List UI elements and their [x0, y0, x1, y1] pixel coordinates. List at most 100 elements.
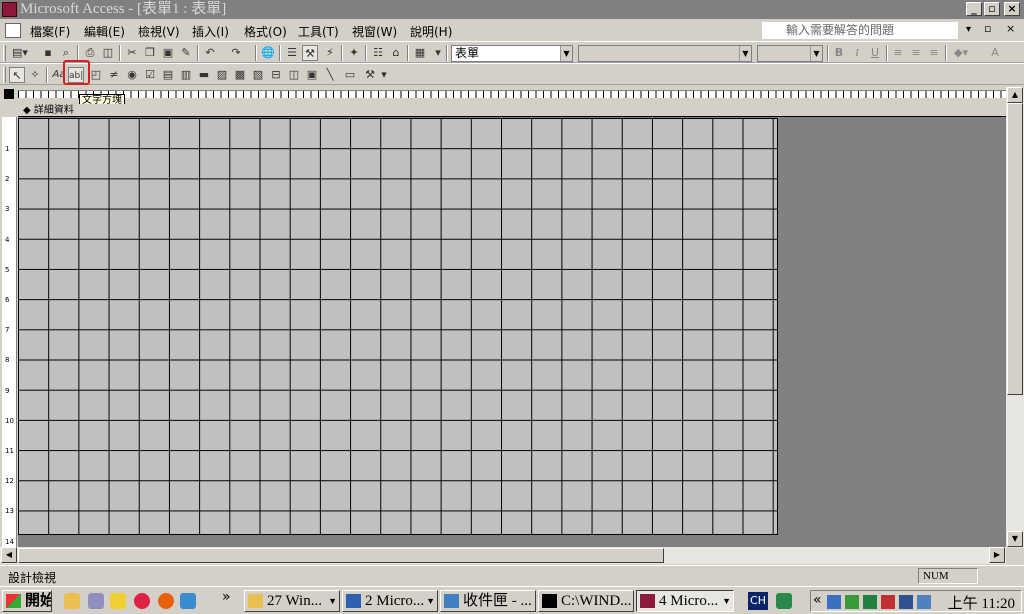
line-icon[interactable]: ╲	[322, 67, 338, 83]
checkbox-icon[interactable]: ☑	[142, 67, 158, 83]
clock[interactable]: 上午 11:20	[948, 592, 1015, 613]
tray-expand-icon[interactable]: «	[813, 592, 822, 608]
ime-indicator[interactable]: CH	[748, 592, 768, 610]
form-window-icon[interactable]	[5, 23, 21, 38]
menu-window[interactable]: 視窗(W)	[352, 23, 397, 40]
form-selector[interactable]	[4, 89, 14, 99]
italic-button[interactable]: I	[849, 45, 865, 61]
minimize-button[interactable]: _	[966, 2, 982, 16]
close-button[interactable]: ×	[1004, 2, 1020, 16]
taskbar-item-explorer[interactable]: 27 Win... ▼	[244, 590, 340, 612]
font-combo[interactable]: ▼	[578, 45, 752, 62]
chevron-down-icon[interactable]: ▼	[810, 46, 822, 61]
object-combo[interactable]: 表單 ▼	[451, 45, 573, 62]
more-quicklaunch-icon[interactable]: »	[222, 589, 231, 605]
align-left-icon[interactable]: ≡	[890, 45, 906, 61]
taskbar-item-access[interactable]: 4 Micro... ▼	[636, 590, 734, 612]
vertical-scroll-thumb[interactable]	[1007, 103, 1023, 395]
tray-app-icon[interactable]	[899, 595, 913, 609]
build-icon[interactable]: ⌂	[388, 45, 404, 61]
page-break-icon[interactable]: ⊟	[268, 67, 284, 83]
scroll-right-icon[interactable]: ▶	[989, 547, 1005, 563]
chevron-down-icon[interactable]: ▼	[560, 46, 572, 61]
menu-view[interactable]: 檢視(V)	[138, 23, 180, 40]
settings-icon[interactable]	[88, 593, 104, 609]
scroll-down-icon[interactable]: ▼	[1007, 531, 1023, 547]
toggle-button-icon[interactable]: ≠	[106, 67, 122, 83]
maximize-button[interactable]: ▫	[984, 2, 1000, 16]
vertical-scrollbar[interactable]: ▲ ▼	[1006, 87, 1024, 548]
menu-tools[interactable]: 工具(T)	[298, 23, 339, 40]
paste-icon[interactable]: ▣	[160, 45, 176, 61]
rectangle-icon[interactable]: ▭	[342, 67, 358, 83]
save-icon[interactable]: ▪	[40, 45, 56, 61]
select-objects-icon[interactable]: ↖	[9, 67, 25, 83]
toolbar-options-icon[interactable]: ▾	[380, 67, 388, 83]
doc-restore-icon[interactable]: ▫	[984, 22, 991, 35]
doc-close-icon[interactable]: ×	[1006, 22, 1015, 35]
font-color-button[interactable]: A	[984, 45, 1006, 61]
network-icon[interactable]	[180, 593, 196, 609]
field-list-icon[interactable]: ☰	[284, 45, 300, 61]
bold-button[interactable]: B	[831, 45, 847, 61]
command-button-icon[interactable]: ▬	[196, 67, 212, 83]
scroll-left-icon[interactable]: ◀	[1, 547, 17, 563]
form-grid[interactable]	[18, 118, 778, 535]
tray-app-icon[interactable]	[881, 595, 895, 609]
list-box-icon[interactable]: ▥	[178, 67, 194, 83]
messenger-icon[interactable]	[110, 593, 126, 609]
detail-section-header[interactable]: ◆ 詳細資料	[18, 104, 1006, 117]
fill-color-icon[interactable]: ◆▾	[950, 45, 972, 61]
code-icon[interactable]: ✦	[346, 45, 362, 61]
menu-edit[interactable]: 編輯(E)	[84, 23, 125, 40]
undo-icon[interactable]: ↶	[202, 45, 218, 61]
view-icon[interactable]: ▤▾	[9, 45, 31, 61]
taskbar-item-console[interactable]: C:\WIND...	[538, 590, 634, 612]
menu-insert[interactable]: 插入(I)	[192, 23, 229, 40]
redo-icon[interactable]: ↷	[228, 45, 244, 61]
subform-icon[interactable]: ▣	[304, 67, 320, 83]
align-right-icon[interactable]: ≡	[926, 45, 942, 61]
option-group-icon[interactable]: ◰	[88, 67, 104, 83]
input-method-icon[interactable]	[776, 593, 792, 609]
chevron-down-icon[interactable]: ▼	[739, 46, 751, 61]
database-window-icon[interactable]: ▦	[412, 45, 428, 61]
access-app-icon[interactable]	[2, 2, 17, 17]
toolbox-icon[interactable]: ⚒	[302, 45, 318, 61]
format-painter-icon[interactable]: ✎	[178, 45, 194, 61]
tab-control-icon[interactable]: ◫	[286, 67, 302, 83]
horizontal-scrollbar[interactable]: ◀ ▶	[0, 547, 1006, 564]
preview-icon[interactable]: ◫	[100, 45, 116, 61]
taskbar-item-outlook[interactable]: 收件匣 - ...	[440, 590, 536, 612]
combo-box-icon[interactable]: ▤	[160, 67, 176, 83]
ask-dropdown-icon[interactable]: ▾	[966, 24, 971, 35]
new-object-icon[interactable]: ▾	[430, 45, 446, 61]
cut-icon[interactable]: ✂	[124, 45, 140, 61]
search-icon[interactable]: ⌕	[58, 45, 74, 61]
properties-icon[interactable]: ☷	[370, 45, 386, 61]
taskbar-item-word[interactable]: 2 Micro... ▼	[342, 590, 438, 612]
option-button-icon[interactable]: ◉	[124, 67, 140, 83]
more-controls-icon[interactable]: ⚒	[362, 67, 378, 83]
bound-object-icon[interactable]: ▧	[250, 67, 266, 83]
control-wizard-icon[interactable]: ✧	[27, 67, 43, 83]
copy-icon[interactable]: ❐	[142, 45, 158, 61]
menu-help[interactable]: 說明(H)	[410, 23, 452, 40]
tray-app-icon[interactable]	[863, 595, 877, 609]
folder-icon[interactable]	[64, 593, 80, 609]
scroll-up-icon[interactable]: ▲	[1007, 87, 1023, 103]
unbound-object-icon[interactable]: ▩	[232, 67, 248, 83]
tray-app-icon[interactable]	[845, 595, 859, 609]
autoformat-icon[interactable]: ⚡	[322, 45, 338, 61]
print-icon[interactable]: ⎙	[82, 45, 98, 61]
tray-app-icon[interactable]	[917, 595, 931, 609]
menu-format[interactable]: 格式(O)	[244, 23, 287, 40]
align-center-icon[interactable]: ≡	[908, 45, 924, 61]
tray-app-icon[interactable]	[827, 595, 841, 609]
hyperlink-icon[interactable]: 🌐	[260, 45, 276, 61]
horizontal-scroll-thumb[interactable]	[18, 548, 664, 563]
underline-button[interactable]: U	[867, 45, 883, 61]
menu-file[interactable]: 檔案(F)	[30, 23, 70, 40]
chrome-icon[interactable]	[134, 593, 150, 609]
image-icon[interactable]: ▨	[214, 67, 230, 83]
